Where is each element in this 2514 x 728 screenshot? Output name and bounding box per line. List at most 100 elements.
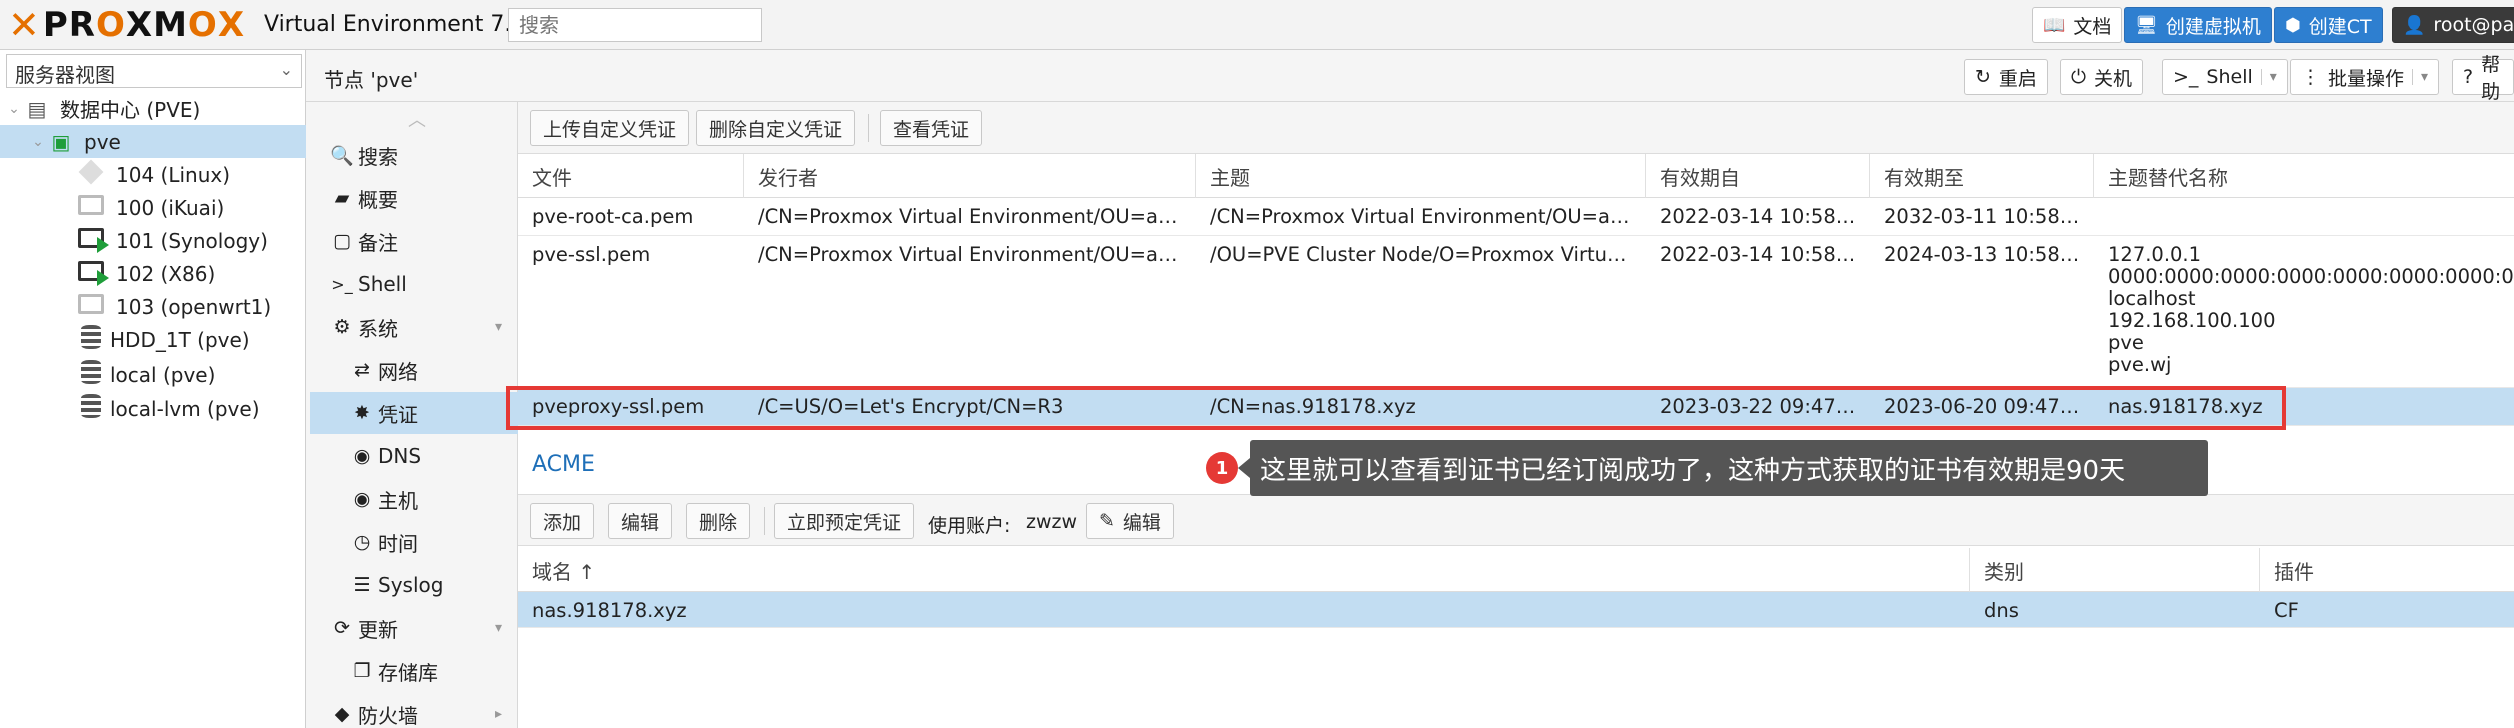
node-icon: ▣: [51, 129, 71, 154]
column-header-san[interactable]: 主题替代名称: [2094, 154, 2514, 198]
callout-number-badge: 1: [1206, 452, 1238, 484]
restart-icon: ↻: [1975, 66, 1991, 88]
view-selector[interactable]: 服务器视图 ⌄: [6, 54, 302, 88]
tree-item-101[interactable]: 101 (Synology): [0, 224, 306, 257]
nav-item-search[interactable]: 🔍 搜索: [310, 134, 518, 176]
delete-custom-cert-button[interactable]: 删除自定义凭证: [696, 110, 856, 146]
docs-button[interactable]: 📖 文档: [2032, 7, 2123, 43]
more-vertical-icon: ⋮: [2301, 66, 2320, 88]
acme-add-button[interactable]: 添加: [530, 503, 595, 539]
bulk-actions-label: 批量操作: [2328, 67, 2405, 90]
tree-item-local[interactable]: local (pve): [0, 358, 306, 391]
cell-issuer: /CN=Proxmox Virtual Environment/OU=a6dc0…: [758, 243, 1196, 266]
power-icon: ⏻: [2071, 66, 2087, 88]
collapse-icon[interactable]: ⌄: [6, 101, 22, 117]
nav-item-dns[interactable]: ◉ DNS: [310, 435, 518, 477]
cell-valid-from: 2022-03-14 10:58:23: [1660, 205, 1868, 228]
chevron-right-icon[interactable]: ▸: [495, 706, 502, 722]
tree-item-100[interactable]: 100 (iKuai): [0, 191, 306, 224]
account-edit-button[interactable]: ✎ 编辑: [1086, 503, 1174, 539]
nav-item-network[interactable]: ⇄ 网络: [310, 349, 518, 391]
nav-item-shell[interactable]: >_ Shell: [310, 263, 518, 305]
nav-item-certificates[interactable]: ✸ 凭证: [310, 392, 518, 434]
chevron-down-icon[interactable]: ▾: [495, 319, 502, 335]
create-ct-button[interactable]: ⬢ 创建CT: [2274, 7, 2383, 43]
chevron-down-icon[interactable]: ▾: [495, 620, 502, 636]
chevron-down-icon[interactable]: ▾: [2260, 69, 2277, 85]
user-menu-button[interactable]: 👤 root@pam: [2392, 7, 2514, 43]
tree-item-104[interactable]: 104 (Linux): [0, 158, 306, 191]
restart-button[interactable]: ↻ 重启: [1964, 59, 2048, 95]
tree-item-datacenter[interactable]: ⌄ ▤ 数据中心 (PVE): [0, 92, 306, 125]
tree-item-102[interactable]: 102 (X86): [0, 257, 306, 290]
column-header-file[interactable]: 文件: [518, 154, 744, 198]
table-row[interactable]: pve-ssl.pem /CN=Proxmox Virtual Environm…: [518, 236, 2514, 388]
order-cert-label: 立即预定凭证: [787, 511, 902, 534]
column-header-issuer[interactable]: 发行者: [744, 154, 1196, 198]
note-icon: ▢: [333, 230, 351, 252]
table-row-selected[interactable]: nas.918178.xyz dns CF: [518, 592, 2514, 628]
nav-item-time[interactable]: ◷ 时间: [310, 521, 518, 563]
app-version: Virtual Environment 7.1-7: [264, 12, 548, 37]
node-header: 节点 'pve' ↻ 重启 ⏻ 关机 >_ Shell ▾ ⋮ 批量操作 ▾ ?…: [306, 50, 2514, 103]
column-header-valid-to[interactable]: 有效期至: [1870, 154, 2094, 198]
nav-item-hosts[interactable]: ◉ 主机: [310, 478, 518, 520]
tree-item-label: local-lvm (pve): [110, 396, 260, 421]
column-header-subject[interactable]: 主题: [1196, 154, 1646, 198]
column-header-domain[interactable]: 域名 ↑: [518, 548, 1970, 592]
tree-item-label: 101 (Synology): [116, 228, 268, 253]
files-icon: ❐: [353, 660, 371, 682]
create-vm-label: 创建虚拟机: [2165, 15, 2261, 38]
nav-item-label: 网络: [378, 359, 418, 384]
column-header-valid-from[interactable]: 有效期自: [1646, 154, 1870, 198]
cell-issuer: /CN=Proxmox Virtual Environment/OU=a6dc0…: [758, 205, 1196, 228]
proxmox-logo: ✕ PR O XM O X: [8, 3, 246, 47]
nav-item-repositories[interactable]: ❐ 存储库: [310, 650, 518, 692]
book-icon: 📖: [2043, 14, 2066, 36]
cell-san: 127.0.0.1 0000:0000:0000:0000:0000:0000:…: [2094, 236, 2514, 384]
san-entry: pve: [2108, 331, 2144, 354]
order-cert-button[interactable]: 立即预定凭证: [774, 503, 915, 539]
nav-item-label: 系统: [358, 316, 398, 341]
nav-item-notes[interactable]: ▢ 备注: [310, 220, 518, 262]
nav-item-syslog[interactable]: ☰ Syslog: [310, 564, 518, 606]
create-ct-label: 创建CT: [2308, 15, 2372, 38]
vm-stopped-icon: [76, 294, 106, 319]
shell-button[interactable]: >_ Shell ▾: [2162, 59, 2288, 95]
view-selector-label: 服务器视图: [15, 63, 115, 87]
tree-item-label: local (pve): [110, 362, 216, 387]
tree-item-label: 102 (X86): [116, 261, 216, 286]
san-entry: 0000:0000:0000:0000:0000:0000:0000:0001: [2108, 265, 2514, 288]
upload-custom-cert-button[interactable]: 上传自定义凭证: [530, 110, 690, 146]
scroll-up-icon[interactable]: ︿: [408, 106, 426, 132]
tree-item-local-lvm[interactable]: local-lvm (pve): [0, 392, 306, 425]
view-cert-button[interactable]: 查看凭证: [880, 110, 983, 146]
table-row[interactable]: pve-root-ca.pem /CN=Proxmox Virtual Envi…: [518, 198, 2514, 236]
column-header-type[interactable]: 类别: [1970, 548, 2260, 592]
help-button[interactable]: ? 帮助: [2452, 54, 2514, 103]
column-header-plugin[interactable]: 插件: [2260, 548, 2514, 592]
docs-label: 文档: [2073, 15, 2112, 38]
create-vm-button[interactable]: 🖥 创建虚拟机: [2124, 7, 2272, 43]
nav-item-updates[interactable]: ⟳ 更新 ▾: [310, 607, 518, 649]
acme-remove-button[interactable]: 删除: [686, 503, 751, 539]
acme-edit-button[interactable]: 编辑: [608, 503, 673, 539]
bulk-actions-button[interactable]: ⋮ 批量操作 ▾: [2290, 59, 2440, 95]
tree-item-103[interactable]: 103 (openwrt1): [0, 290, 306, 323]
nav-item-system[interactable]: ⚙ 系统 ▾: [310, 306, 518, 348]
collapse-icon[interactable]: ⌄: [30, 134, 46, 150]
tree-item-label: 100 (iKuai): [116, 195, 225, 220]
tree-item-pve[interactable]: ⌄ ▣ pve: [0, 125, 306, 158]
nav-item-label: 概要: [358, 187, 398, 212]
nav-item-summary[interactable]: ▰ 概要: [310, 177, 518, 219]
san-entry: pve.wj: [2108, 353, 2172, 376]
shutdown-button[interactable]: ⏻ 关机: [2060, 59, 2144, 95]
list-icon: ☰: [353, 574, 371, 596]
storage-icon: [76, 325, 106, 354]
search-input[interactable]: [508, 8, 762, 42]
table-row-selected[interactable]: pveproxy-ssl.pem /C=US/O=Let's Encrypt/C…: [518, 388, 2514, 426]
terminal-icon: >_: [331, 274, 353, 294]
tree-item-hdd1t[interactable]: HDD_1T (pve): [0, 323, 306, 356]
nav-item-firewall[interactable]: ◆ 防火墙 ▸: [310, 693, 518, 728]
toolbar-separator: [868, 114, 869, 142]
